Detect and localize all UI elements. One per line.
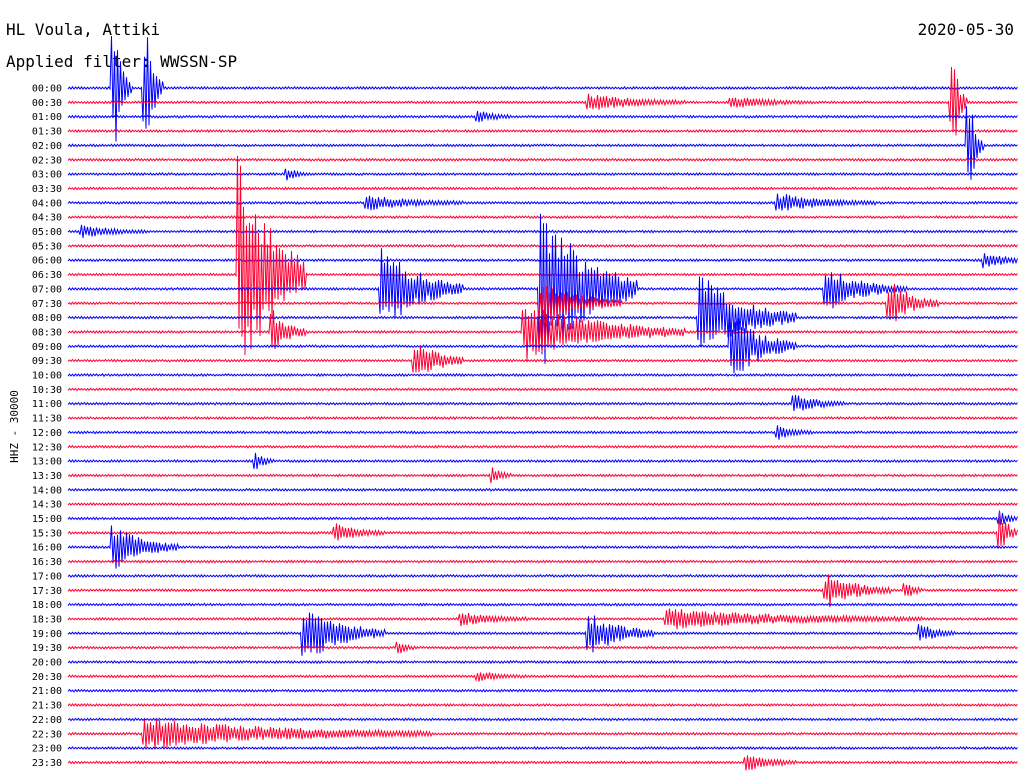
row-time-label: 08:30 — [32, 327, 62, 338]
trace-row-09:30 — [67, 346, 1018, 373]
row-time-label: 22:00 — [32, 715, 62, 726]
row-time-label: 21:30 — [32, 701, 62, 712]
row-time-label: 03:00 — [32, 170, 62, 181]
row-time-label: 16:00 — [32, 543, 62, 554]
row-time-label: 02:00 — [32, 141, 62, 152]
row-time-label: 07:00 — [32, 284, 62, 295]
trace-row-01:30 — [67, 128, 1018, 134]
row-time-label: 13:00 — [32, 457, 62, 468]
row-time-label: 18:30 — [32, 614, 62, 625]
row-time-label: 09:30 — [32, 356, 62, 367]
trace-row-15:00 — [67, 510, 1018, 525]
trace-row-11:30 — [67, 416, 1018, 421]
row-time-label: 08:00 — [32, 313, 62, 324]
trace-row-12:00 — [67, 425, 1018, 440]
trace-row-04:30 — [67, 215, 1018, 220]
row-time-label: 00:30 — [32, 98, 62, 109]
row-time-label: 22:30 — [32, 729, 62, 740]
row-time-label: 17:00 — [32, 571, 62, 582]
helicorder-plot: 00:00 00:30 01:00 01:30 02:00 02:30 03:00 03:30… — [32, 35, 1018, 771]
row-time-label: 15:00 — [32, 514, 62, 525]
row-time-label: 00:00 — [32, 84, 62, 95]
row-time-label: 03:30 — [32, 184, 62, 195]
trace-row-14:00 — [67, 487, 1018, 492]
trace-row-19:30 — [67, 641, 1018, 654]
row-time-label: 17:30 — [32, 586, 62, 597]
trace-row-00:30 — [67, 66, 1018, 136]
trace-row-17:00 — [67, 573, 1018, 579]
row-time-label: 19:00 — [32, 629, 62, 640]
trace-row-20:30 — [67, 672, 1018, 683]
row-time-label: 14:30 — [32, 500, 62, 511]
trace-row-00:00 — [67, 35, 1018, 142]
row-time-label: 09:00 — [32, 342, 62, 353]
trace-row-13:30 — [67, 467, 1018, 484]
trace-row-22:30 — [67, 718, 1018, 750]
row-time-label: 20:00 — [32, 658, 62, 669]
trace-row-15:30 — [67, 511, 1018, 548]
trace-row-10:00 — [67, 372, 1018, 378]
trace-row-03:00 — [67, 168, 1018, 181]
trace-row-17:30 — [67, 574, 1018, 608]
trace-row-20:00 — [67, 659, 1018, 665]
row-time-label: 15:30 — [32, 528, 62, 539]
row-label-layer: 00:00 00:30 01:00 01:30 02:00 02:30 03:00 03:30… — [32, 84, 62, 769]
row-time-label: 11:00 — [32, 399, 62, 410]
row-time-label: 02:30 — [32, 155, 62, 166]
trace-row-14:30 — [67, 502, 1018, 507]
row-time-label: 16:30 — [32, 557, 62, 568]
trace-row-01:00 — [67, 111, 1018, 123]
row-time-label: 23:00 — [32, 744, 62, 755]
row-time-label: 10:30 — [32, 385, 62, 396]
trace-row-21:00 — [67, 688, 1018, 693]
row-time-label: 20:30 — [32, 672, 62, 683]
row-time-label: 21:00 — [32, 686, 62, 697]
row-time-label: 18:00 — [32, 600, 62, 611]
row-time-label: 12:30 — [32, 442, 62, 453]
trace-row-18:30 — [67, 608, 1018, 630]
trace-row-03:30 — [67, 186, 1018, 191]
row-time-label: 11:30 — [32, 414, 62, 425]
row-time-label: 01:30 — [32, 127, 62, 138]
trace-row-05:00 — [67, 224, 1018, 238]
trace-row-04:00 — [67, 193, 1018, 211]
row-time-label: 10:00 — [32, 371, 62, 382]
trace-row-23:00 — [67, 745, 1018, 751]
trace-row-21:30 — [67, 702, 1018, 708]
row-time-label: 14:00 — [32, 485, 62, 496]
trace-row-13:00 — [67, 452, 1018, 470]
row-time-label: 01:00 — [32, 112, 62, 123]
row-time-label: 04:30 — [32, 213, 62, 224]
row-time-label: 13:30 — [32, 471, 62, 482]
trace-row-02:30 — [67, 157, 1018, 162]
trace-row-12:30 — [67, 444, 1018, 449]
trace-layer — [67, 35, 1018, 771]
row-time-label: 23:30 — [32, 758, 62, 769]
row-time-label: 12:00 — [32, 428, 62, 439]
row-time-label: 06:30 — [32, 270, 62, 281]
trace-row-16:30 — [67, 559, 1018, 564]
trace-row-10:30 — [67, 387, 1018, 392]
trace-row-22:00 — [67, 717, 1018, 722]
row-time-label: 06:00 — [32, 256, 62, 267]
trace-row-18:00 — [67, 602, 1018, 607]
trace-row-23:30 — [67, 755, 1018, 771]
row-time-label: 05:00 — [32, 227, 62, 238]
row-time-label: 05:30 — [32, 241, 62, 252]
row-time-label: 07:30 — [32, 299, 62, 310]
row-time-label: 04:00 — [32, 198, 62, 209]
row-time-label: 19:30 — [32, 643, 62, 654]
trace-row-11:00 — [67, 395, 1018, 411]
